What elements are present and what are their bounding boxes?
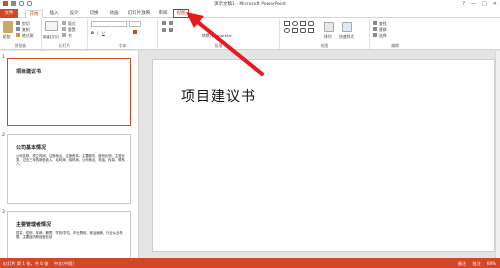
drawing-group-label: 绘图 [320, 43, 329, 48]
triangle-shape-icon[interactable] [292, 28, 298, 33]
slide-thumbnail-pane: 1 项目建议书 2 公司基本情况 公司名称、成立时间、注册地点、注册资本、主要股… [0, 51, 139, 258]
font-color-icon[interactable] [133, 30, 137, 34]
oval-shape-icon[interactable] [292, 21, 298, 26]
convert-smartart-button[interactable]: 转换为 SmartArt [202, 33, 232, 39]
rounded-rect-shape-icon[interactable] [308, 21, 314, 26]
font-group: B I U 字体 [88, 19, 158, 49]
textbox-shape-icon[interactable] [300, 21, 306, 26]
status-left: 幻灯片 第 1 张，共 6 张 中文(中国) [3, 261, 74, 267]
format-painter-button[interactable]: 格式刷 [22, 33, 33, 39]
ribbon-tabs: 文件 开始 插入 设计 切换 动画 幻灯片放映 审阅 视图 [0, 9, 500, 18]
tab-home[interactable]: 开始 [25, 10, 43, 18]
status-right: 备注 批注 68% [458, 261, 496, 267]
slide-thumbnail-2[interactable]: 公司基本情况 公司名称、成立时间、注册地点、注册资本、主要股东、股份比例、主营业… [7, 134, 131, 204]
italic-icon[interactable]: I [97, 30, 98, 35]
vertical-scrollbar[interactable] [495, 51, 500, 258]
slide-count-status: 幻灯片 第 1 张，共 6 张 [3, 260, 49, 266]
section-button[interactable]: 节 [68, 33, 72, 39]
notes-button[interactable]: 备注 [458, 261, 466, 267]
arrange-button[interactable]: 排列 [324, 34, 332, 40]
tab-insert[interactable]: 插入 [46, 10, 62, 18]
section-icon[interactable] [62, 33, 66, 37]
bullets-icon[interactable] [162, 21, 166, 25]
rectangle-shape-icon[interactable] [284, 21, 290, 26]
slide-number: 3 [2, 210, 5, 215]
tab-transitions[interactable]: 切换 [86, 10, 102, 18]
quick-styles-button[interactable]: 快速样式 [339, 34, 354, 40]
language-status[interactable]: 中文(中国) [54, 261, 74, 266]
font-name-select[interactable] [91, 21, 127, 27]
editing-group: 查找 替换 选择 编辑 [370, 19, 420, 49]
find-icon[interactable] [373, 21, 377, 25]
thumbnail-bullet: 姓名、性别、年龄、籍贯、学历/学位、毕业院校、政治面貌、行业从业年限、主要经历和… [16, 231, 123, 240]
paste-button[interactable]: 粘贴 [3, 34, 11, 40]
tab-design[interactable]: 设计 [66, 10, 82, 18]
font-group-label: 字体 [118, 43, 127, 48]
bold-icon[interactable]: B [91, 30, 94, 35]
slides-group-label: 幻灯片 [58, 43, 71, 48]
maximize-button[interactable]: □ [482, 1, 487, 7]
thumbnail-title: 项目建议书 [16, 69, 42, 75]
thumbnail-title: 公司基本情况 [16, 145, 47, 151]
underline-icon[interactable]: U [102, 30, 105, 35]
cut-icon[interactable] [16, 21, 20, 25]
slide-title-placeholder[interactable]: 项目建议书 [181, 86, 256, 106]
circle-shape-icon[interactable] [284, 28, 290, 33]
callout-shape-icon[interactable] [300, 28, 306, 33]
clipboard-group-label: 剪贴板 [14, 43, 27, 48]
tab-file[interactable]: 文件 [0, 9, 18, 18]
tab-view[interactable]: 视图 [173, 9, 189, 18]
ribbon: 粘贴 剪切 复制 格式刷 剪贴板 新建幻灯片 版式 重置 节 幻灯片 B I U… [0, 18, 500, 50]
paste-icon[interactable] [3, 21, 13, 33]
arrange-icon[interactable] [324, 22, 334, 32]
star-shape-icon[interactable] [308, 28, 314, 33]
zoom-level[interactable]: 68% [487, 261, 496, 266]
thumbnail-title: 主要管理者情况 [16, 222, 52, 228]
slides-group: 新建幻灯片 版式 重置 节 幻灯片 [42, 19, 88, 49]
tab-slideshow[interactable]: 幻灯片放映 [126, 10, 152, 18]
clipboard-group: 粘贴 剪切 复制 格式刷 剪贴板 [0, 19, 42, 49]
status-bar: 幻灯片 第 1 张，共 6 张 中文(中国) 备注 批注 68% [0, 258, 500, 268]
paragraph-group: 转换为 SmartArt 段落 [158, 19, 280, 49]
select-button[interactable]: 选择 [379, 33, 387, 39]
align-center-icon[interactable] [169, 28, 173, 32]
watermark-url: jingyan.baidu.com [420, 236, 457, 241]
paragraph-group-label: 段落 [214, 43, 223, 48]
numbering-icon[interactable] [169, 21, 173, 25]
comments-button[interactable]: 批注 [472, 261, 480, 267]
layout-icon[interactable] [62, 21, 66, 25]
window-controls: ? — □ ✕ [462, 1, 497, 7]
thumbnail-bullet: 公司名称、成立时间、注册地点、注册资本、主要股东、股份比例、主营业务、过去三年的… [16, 154, 125, 167]
align-left-icon[interactable] [162, 28, 166, 32]
slide-thumbnail-1[interactable]: 项目建议书 [7, 58, 131, 126]
tab-animations[interactable]: 动画 [106, 10, 122, 18]
new-slide-button[interactable]: 新建幻灯片 [43, 34, 59, 39]
quick-styles-icon[interactable] [342, 22, 352, 32]
copy-icon[interactable] [16, 27, 20, 31]
tab-review[interactable]: 审阅 [155, 10, 171, 18]
replace-icon[interactable] [373, 27, 377, 31]
editing-group-label: 编辑 [391, 43, 399, 48]
minimize-button[interactable]: — [471, 1, 476, 7]
title-bar: 演示文稿1 - Microsoft PowerPoint ? — □ ✕ [0, 0, 500, 9]
font-size-select[interactable] [129, 21, 141, 27]
reset-icon[interactable] [62, 27, 66, 31]
help-button[interactable]: ? [462, 1, 465, 7]
window-title: 演示文稿1 - Microsoft PowerPoint [213, 2, 287, 7]
new-slide-icon[interactable] [45, 21, 58, 31]
close-button[interactable]: ✕ [493, 1, 497, 7]
drawing-group: 排列 快速样式 绘图 [280, 19, 370, 49]
slide-thumbnail-3[interactable]: 主要管理者情况 姓名、性别、年龄、籍贯、学历/学位、毕业院校、政治面貌、行业从业… [7, 211, 131, 258]
format-painter-icon[interactable] [16, 33, 20, 37]
select-icon[interactable] [373, 33, 377, 37]
slide-number: 2 [2, 133, 5, 138]
slide-number: 1 [2, 55, 5, 60]
